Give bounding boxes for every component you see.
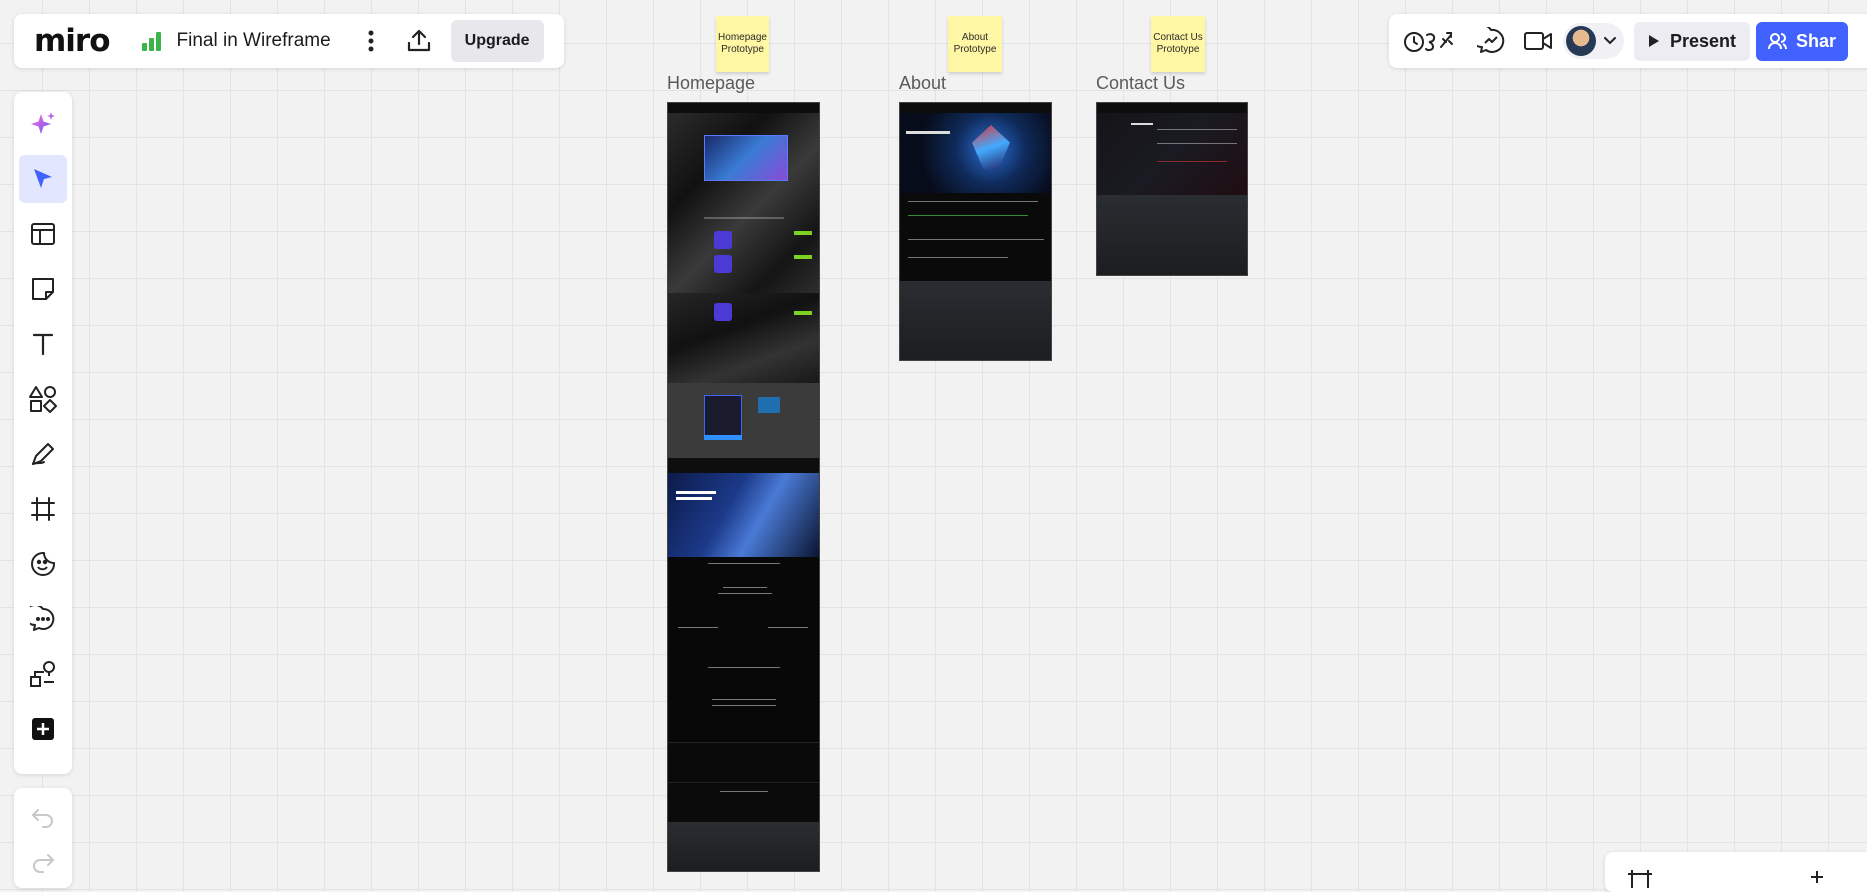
frame-label-homepage[interactable]: Homepage	[667, 73, 755, 94]
pen-icon[interactable]	[19, 430, 67, 478]
frame-homepage[interactable]	[667, 102, 820, 872]
zoom-in-icon[interactable]	[1810, 870, 1824, 884]
sticky-note-icon[interactable]	[19, 265, 67, 313]
share-button[interactable]: Shar	[1756, 21, 1849, 61]
product-thumb	[714, 231, 732, 249]
add-more-icon[interactable]	[19, 705, 67, 753]
footer-section	[668, 822, 819, 871]
promo-banner	[668, 473, 819, 557]
present-label: Present	[1670, 30, 1737, 51]
sticky-note-contact[interactable]: Contact Us Prototype	[1151, 16, 1205, 72]
share-label: Shar	[1796, 30, 1837, 51]
frame-label-contact[interactable]: Contact Us	[1096, 73, 1185, 94]
footer-section	[900, 281, 1051, 360]
product-thumb	[714, 255, 732, 273]
board-title[interactable]: Final in Wireframe	[177, 30, 331, 52]
shapes-icon[interactable]	[19, 375, 67, 423]
product-section	[668, 293, 819, 383]
diagram-icon[interactable]	[19, 650, 67, 698]
board-stats-icon[interactable]	[141, 31, 161, 51]
sticky-note-homepage[interactable]: Homepage Prototype	[716, 16, 769, 72]
text-icon[interactable]	[19, 320, 67, 368]
compare-section	[668, 383, 819, 458]
sticker-icon[interactable]	[19, 540, 67, 588]
hero-image	[704, 135, 788, 181]
board-header: miro Final in Wireframe Upgrade	[14, 14, 564, 68]
footer-section	[1097, 195, 1247, 275]
comment-icon[interactable]	[19, 595, 67, 643]
sticky-note-about[interactable]: About Prototype	[948, 16, 1002, 72]
chevron-down-icon	[1604, 32, 1616, 50]
user-menu[interactable]	[1563, 23, 1624, 59]
creation-toolbar	[14, 92, 72, 774]
collaboration-bar: Present Shar	[1389, 14, 1867, 68]
frame-contact-us[interactable]	[1096, 102, 1248, 276]
timer-reactions-icon[interactable]	[1403, 21, 1459, 61]
icons-row	[668, 742, 819, 783]
features-section	[668, 557, 819, 742]
frame-icon[interactable]	[19, 485, 67, 533]
zoom-controls	[1605, 852, 1867, 892]
avatar	[1566, 26, 1596, 56]
templates-icon[interactable]	[19, 210, 67, 258]
redo-icon[interactable]	[19, 843, 67, 881]
select-pointer-icon[interactable]	[19, 155, 67, 203]
present-button[interactable]: Present	[1634, 21, 1751, 61]
users-icon	[1768, 33, 1788, 50]
miro-logo[interactable]: miro	[34, 23, 111, 59]
frames-list-icon[interactable]	[1627, 868, 1653, 888]
frame-about[interactable]	[899, 102, 1052, 361]
play-icon	[1649, 35, 1659, 47]
more-vertical-icon[interactable]	[351, 21, 391, 61]
undo-redo-panel	[14, 788, 72, 888]
upload-icon[interactable]	[399, 21, 439, 61]
upgrade-button[interactable]: Upgrade	[450, 20, 544, 62]
about-hero	[900, 113, 1051, 193]
chat-icon[interactable]	[1477, 21, 1505, 61]
frame-label-about[interactable]: About	[899, 73, 946, 94]
sparkle-ai-icon[interactable]	[19, 100, 67, 148]
contact-form-section	[1097, 113, 1247, 195]
undo-icon[interactable]	[19, 798, 67, 836]
about-content	[900, 193, 1051, 281]
video-icon[interactable]	[1523, 21, 1553, 61]
hero-section	[668, 113, 819, 293]
